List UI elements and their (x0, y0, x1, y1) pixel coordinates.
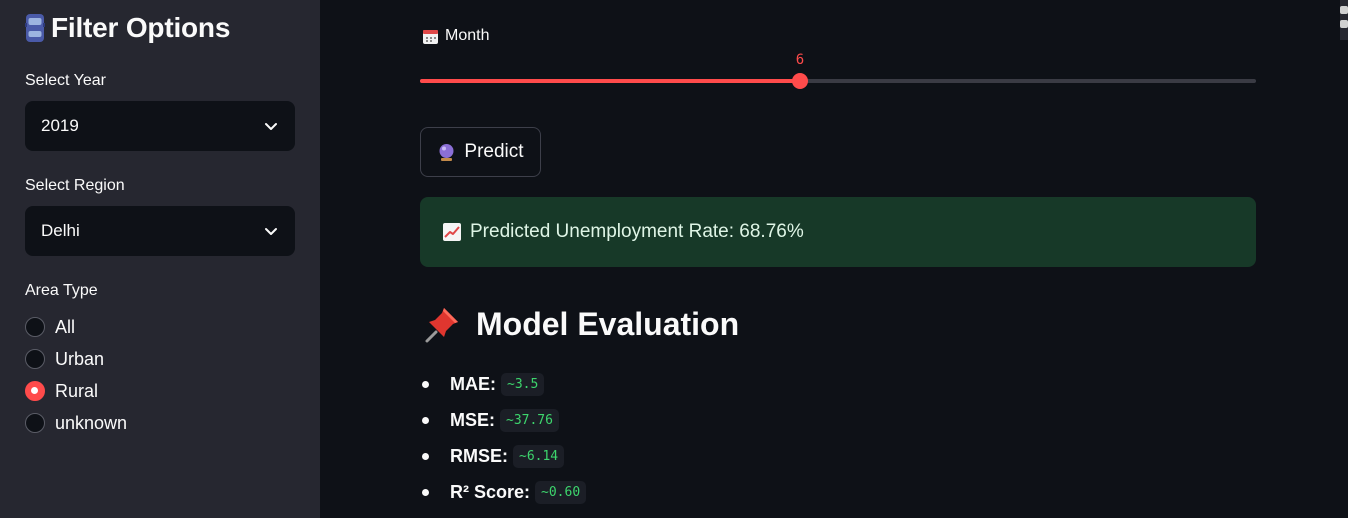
radio-option-unknown[interactable]: unknown (25, 410, 127, 436)
section-title-text: Model Evaluation (476, 305, 740, 342)
prediction-result: Predicted Unemployment Rate: 68.76% (420, 197, 1256, 267)
metric-value: ~0.60 (535, 480, 587, 504)
chevron-down-icon (265, 123, 277, 130)
radio-button[interactable] (25, 413, 45, 433)
radio-option-all[interactable]: All (25, 314, 75, 340)
metric-value: ~3.5 (501, 372, 545, 396)
list-item: R² Score: ~0.60 (422, 477, 722, 507)
bullet (422, 380, 429, 388)
menu-dot-icon (1340, 20, 1348, 28)
radio-button[interactable] (25, 317, 45, 337)
radio-label: Urban (55, 348, 105, 369)
metric-label: R² Score: (450, 481, 531, 502)
region-select[interactable]: Delhi (25, 206, 295, 256)
calendar-icon (423, 29, 438, 44)
main-content: Month 6 Predict Predicted Unemployment R… (320, 0, 1348, 518)
metric-label: MAE: (450, 373, 496, 394)
year-select-value: 2019 (41, 116, 79, 135)
radio-label: All (55, 316, 76, 337)
month-label-text: Month (445, 27, 490, 44)
sidebar-title: Filter Options (25, 10, 230, 46)
menu-dot-icon (1340, 6, 1348, 14)
slider-fill (420, 79, 800, 83)
slider-thumb[interactable] (791, 73, 808, 89)
chevron-down-icon (265, 228, 277, 235)
radio-option-urban[interactable]: Urban (25, 346, 104, 372)
area-type-label: Area Type (25, 282, 98, 299)
predict-button-label: Predict (464, 141, 524, 162)
list-item: RMSE: ~6.14 (422, 441, 722, 471)
bullet (422, 416, 429, 424)
metric-value: ~37.76 (500, 408, 559, 432)
toolbar-toggle[interactable] (1340, 0, 1348, 40)
radio-option-rural[interactable]: Rural (25, 378, 98, 404)
chart-increasing-icon (443, 223, 461, 241)
bullet (422, 488, 429, 496)
predict-button[interactable]: Predict (420, 127, 541, 177)
list-item: MSE: ~37.76 (422, 405, 722, 435)
metric-label: RMSE: (450, 445, 508, 466)
radio-label: Rural (55, 380, 99, 401)
crystal-ball-icon (439, 143, 454, 161)
radio-label: unknown (55, 412, 128, 433)
sidebar-title-text: Filter Options (51, 12, 231, 43)
metric-value: ~6.14 (513, 444, 565, 468)
app-window: Filter Options Select Year 2019 Select R… (0, 0, 1348, 518)
list-item: MAE: ~3.5 (422, 369, 722, 399)
month-slider-label: Month (422, 27, 489, 45)
car-icon (25, 14, 45, 42)
slider-value: 6 (795, 52, 805, 68)
pushpin-icon (425, 308, 458, 343)
bullet (422, 452, 429, 460)
sidebar: Filter Options Select Year 2019 Select R… (0, 0, 320, 518)
year-select[interactable]: 2019 (25, 101, 295, 151)
select-region-label: Select Region (25, 177, 125, 194)
model-evaluation-heading: Model Evaluation (422, 303, 739, 345)
select-year-label: Select Year (25, 72, 106, 89)
month-slider[interactable] (420, 73, 1256, 89)
prediction-text: Predicted Unemployment Rate: 68.76% (470, 221, 804, 242)
region-select-value: Delhi (41, 221, 80, 240)
radio-button[interactable] (25, 349, 45, 369)
metric-label: MSE: (450, 409, 495, 430)
radio-button-selected[interactable] (25, 381, 45, 401)
